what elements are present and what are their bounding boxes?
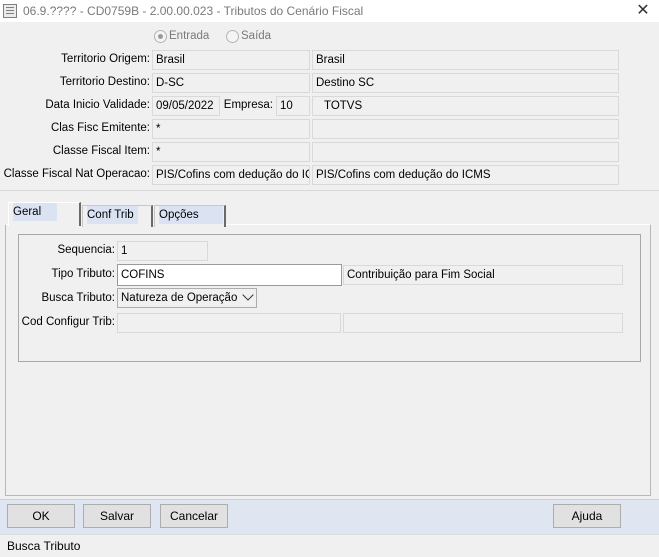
tipo-tributo-desc: Contribuição para Fim Social (343, 265, 623, 285)
close-icon: ✕ (636, 2, 650, 19)
status-bar (0, 534, 659, 557)
empresa-label: Empresa: (223, 99, 273, 111)
tab-opcoes-label: Opções (159, 206, 223, 224)
busca-tributo-value: Natureza de Operação (121, 292, 238, 304)
empresa-code: 10 (276, 96, 310, 116)
clas-fisc-emitente-code: * (152, 119, 310, 139)
territorio-destino-code: D-SC (152, 73, 310, 93)
tab-conf-trib-label: Conf Trib (87, 206, 138, 224)
cod-configur-trib-label: Cod Configur Trib: (21, 316, 115, 328)
salvar-button[interactable]: Salvar (83, 504, 151, 528)
close-button[interactable]: ✕ (632, 1, 654, 21)
territorio-destino-desc: Destino SC (312, 73, 619, 93)
classe-fiscal-nat-code: PIS/Cofins com dedução do ICM (152, 165, 310, 185)
classe-fiscal-item-desc (312, 142, 619, 162)
status-text: Busca Tributo (7, 539, 81, 553)
territorio-destino-label: Territorio Destino: (59, 76, 150, 88)
radio-saida-label: Saída (241, 30, 272, 42)
sequencia-label: Sequencia: (57, 244, 115, 256)
radio-entrada-label: Entrada (169, 30, 210, 42)
cancelar-button[interactable]: Cancelar (160, 504, 228, 528)
tab-geral-label: Geral (13, 203, 58, 221)
radio-entrada[interactable] (154, 30, 167, 43)
classe-fiscal-item-code: * (152, 142, 310, 162)
tipo-tributo-label: Tipo Tributo: (51, 268, 116, 280)
tab-conf-trib[interactable]: Conf Trib (82, 205, 153, 227)
radio-saida[interactable] (226, 30, 239, 43)
clas-fisc-emitente-label: Clas Fisc Emitente: (50, 122, 150, 134)
ok-button[interactable]: OK (7, 504, 75, 528)
classe-fiscal-nat-desc: PIS/Cofins com dedução do ICMS (312, 165, 619, 185)
busca-tributo-label: Busca Tributo: (41, 292, 115, 304)
classe-fiscal-nat-label: Classe Fiscal Nat Operacao: (3, 168, 150, 180)
tipo-tributo-input[interactable]: COFINS (117, 264, 342, 286)
empresa-desc: TOTVS (312, 96, 619, 116)
chevron-down-icon (242, 289, 254, 301)
cod-configur-trib-desc (343, 313, 623, 333)
busca-tributo-select[interactable]: Natureza de Operação (117, 288, 257, 308)
tab-geral[interactable]: Geral (8, 202, 81, 226)
app-icon (3, 4, 17, 18)
window-title: 06.9.???? - CD0759B - 2.00.00.023 - Trib… (23, 4, 364, 18)
territorio-origem-code: Brasil (152, 50, 310, 70)
classe-fiscal-item-label: Classe Fiscal Item: (52, 145, 150, 157)
ajuda-button[interactable]: Ajuda (553, 504, 621, 528)
tab-opcoes[interactable]: Opções (154, 205, 226, 227)
data-inicio-field: 09/05/2022 (152, 96, 220, 116)
clas-fisc-emitente-desc (312, 119, 619, 139)
cod-configur-trib-code[interactable] (117, 313, 341, 333)
data-inicio-label: Data Inicio Validade: (45, 99, 150, 111)
sequencia-field[interactable]: 1 (117, 241, 208, 261)
territorio-origem-label: Territorio Origem: (61, 53, 150, 65)
territorio-origem-desc: Brasil (312, 50, 619, 70)
